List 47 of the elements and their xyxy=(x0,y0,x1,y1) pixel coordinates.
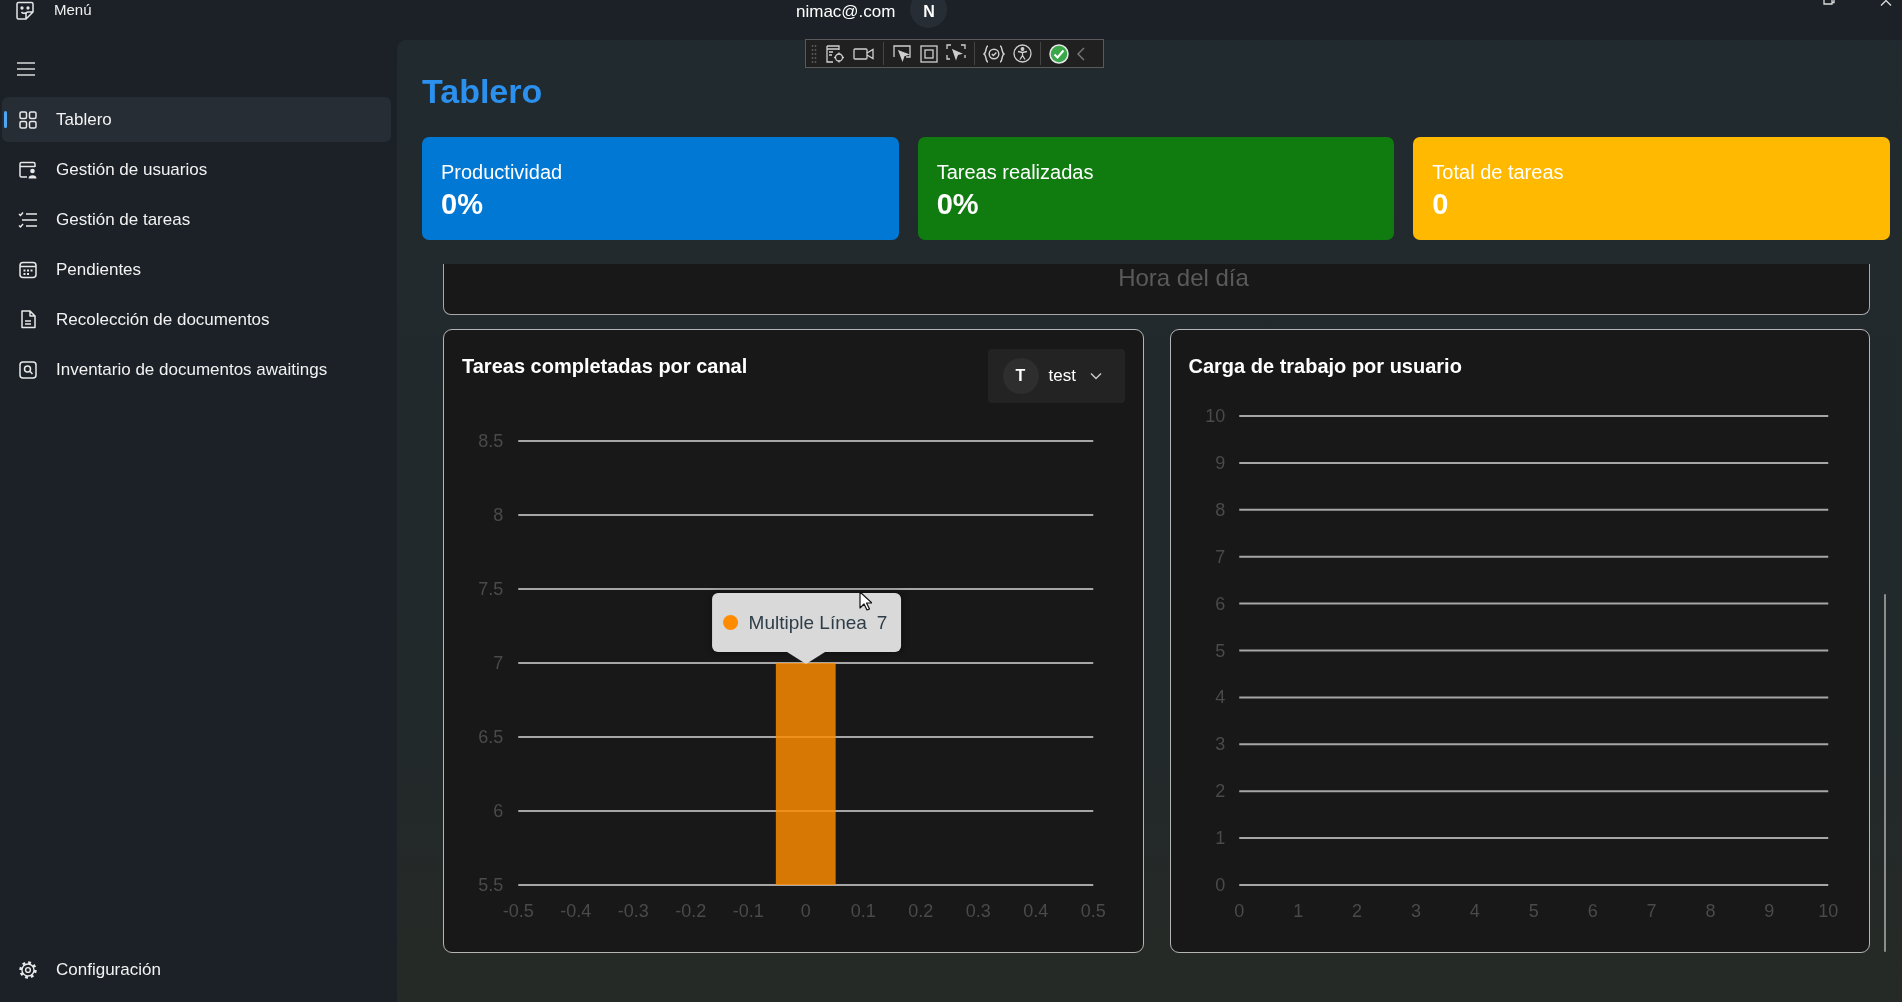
filter-dropdown[interactable]: T test xyxy=(987,349,1125,403)
grid-icon xyxy=(19,110,37,129)
chevron-left-icon[interactable] xyxy=(1077,46,1085,61)
document-icon xyxy=(20,310,36,329)
avatar: T xyxy=(1002,358,1039,394)
user-avatar[interactable]: N xyxy=(910,0,948,28)
close-icon[interactable] xyxy=(1880,0,1892,6)
accessibility-icon[interactable] xyxy=(1013,44,1032,63)
cursor-icon xyxy=(859,591,872,611)
user-card-icon xyxy=(18,160,38,179)
smiley-note-icon xyxy=(15,1,35,21)
grip-icon[interactable] xyxy=(811,43,817,64)
chart-title: Tareas completadas por canal xyxy=(462,354,748,378)
stat-value: 0% xyxy=(936,187,979,221)
stat-label: Productividad xyxy=(441,160,563,184)
stat-label: Total de tareas xyxy=(1432,160,1564,184)
user-email: nimac@.com xyxy=(796,1,896,23)
axis-title: Hora del día xyxy=(1118,264,1249,292)
sidebar-item[interactable]: Inventario de documentos awaitings xyxy=(2,347,391,392)
menu-icon[interactable] xyxy=(16,62,36,76)
stat-value: 0 xyxy=(1432,187,1449,221)
tooltip-label: Multiple Línea xyxy=(748,611,867,634)
element-target-icon[interactable] xyxy=(825,43,845,64)
braces-check-icon[interactable] xyxy=(983,44,1005,63)
sidebar-item[interactable]: Gestión de tareas xyxy=(2,197,391,242)
checklist-icon xyxy=(18,210,38,229)
calendar-icon xyxy=(19,260,37,279)
chevron-down-icon xyxy=(1089,372,1102,380)
pointer-select-icon[interactable] xyxy=(892,43,912,64)
stat-value: 0% xyxy=(441,187,483,221)
settings-icon xyxy=(19,960,37,979)
chart-title: Carga de trabajo por usuario xyxy=(1188,354,1462,378)
sidebar-item[interactable]: Recolección de documentos xyxy=(2,297,391,342)
nested-squares-icon[interactable] xyxy=(920,44,938,63)
sidebar-item[interactable]: Gestión de usuarios xyxy=(2,147,391,192)
video-camera-icon[interactable] xyxy=(853,45,875,62)
sidebar-item[interactable]: Pendientes xyxy=(2,247,391,292)
scrollbar[interactable] xyxy=(1884,594,1886,952)
stat-label: Tareas realizadas xyxy=(936,160,1094,184)
tooltip-value: 7 xyxy=(876,611,888,634)
restore-icon[interactable] xyxy=(1823,0,1835,5)
sidebar-item[interactable]: Configuración xyxy=(2,947,391,992)
sidebar-item[interactable]: Tablero xyxy=(2,97,391,142)
search-icon xyxy=(19,360,37,379)
menu-label: Menú xyxy=(54,0,92,20)
page-title: Tablero xyxy=(422,71,543,111)
check-circle-icon[interactable] xyxy=(1049,43,1069,64)
